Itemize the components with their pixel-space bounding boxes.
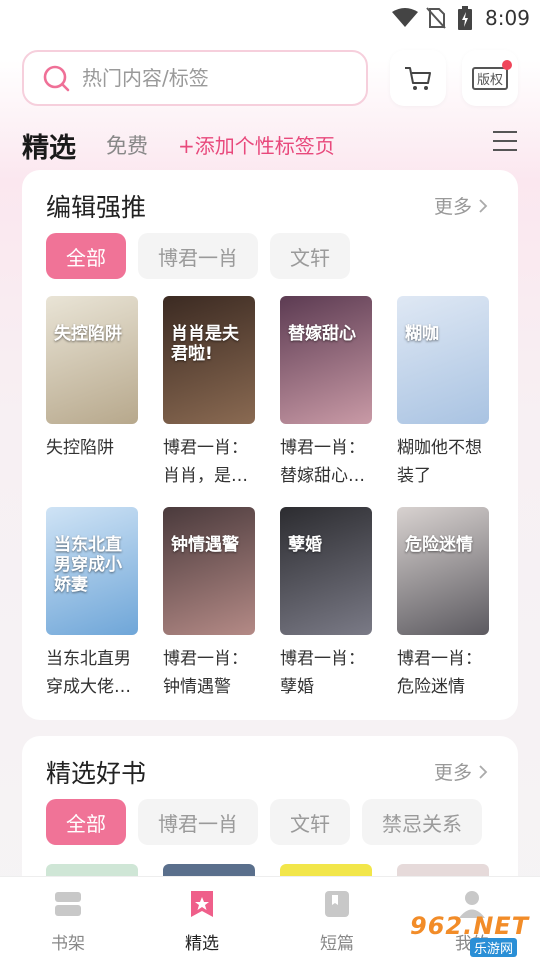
watermark-logo: 962.NET 乐游网 <box>400 912 538 957</box>
more-link[interactable]: 更多 <box>434 758 488 785</box>
watermark-site: 乐游网 <box>470 938 518 957</box>
book-item[interactable]: 失控陷阱 失控陷阱 <box>46 296 139 462</box>
editor-picks-section: 编辑强推 更多 全部 博君一肖 文轩 失控陷阱 失控陷阱 肖肖是夫君啦! 博君一肖：肖… <box>22 170 518 720</box>
chevron-right-icon <box>479 198 488 213</box>
more-label: 更多 <box>433 762 472 784</box>
book-cover[interactable]: 危险迷情 <box>397 507 489 635</box>
book-title-line: 危险迷情 <box>397 677 465 697</box>
more-label: 更多 <box>433 196 472 218</box>
cover-title-art: 肖肖是夫君啦! <box>171 324 239 364</box>
book-title-line: 博君一肖： <box>280 649 365 669</box>
nav-label: 书架 <box>51 934 85 954</box>
book-title-line: 穿成大佬… <box>46 677 131 697</box>
search-input[interactable] <box>82 66 342 90</box>
nav-featured[interactable]: 精选 <box>162 889 242 954</box>
more-link[interactable]: 更多 <box>434 192 488 219</box>
book-title: 博君一肖： 孽婚 <box>280 645 380 701</box>
book-item[interactable]: 肖肖是夫君啦! 博君一肖： 肖肖，是… <box>163 296 256 490</box>
book-cover[interactable]: 孽婚 <box>280 507 372 635</box>
chip-bjyx[interactable]: 博君一肖 <box>138 233 258 279</box>
book-title-line: 博君一肖： <box>163 438 248 458</box>
tab-featured[interactable]: 精选 <box>22 126 76 165</box>
book-cover[interactable]: 失控陷阱 <box>46 296 138 424</box>
nav-label: 短篇 <box>320 934 354 954</box>
book-title-line: 替嫁甜心… <box>280 466 365 486</box>
cover-title-art: 危险迷情 <box>405 535 473 555</box>
section-title: 编辑强推 <box>46 193 147 222</box>
book-title-line: 钟情遇警 <box>163 677 231 697</box>
book-title: 糊咖他不想 装了 <box>397 434 497 490</box>
book-item[interactable]: 替嫁甜心博君一肖： 替嫁甜心… <box>280 296 373 490</box>
book-cover[interactable]: 替嫁甜心 <box>280 296 372 424</box>
copyright-label: 版权 <box>471 66 508 90</box>
book-title: 博君一肖： 肖肖，是… <box>163 434 263 490</box>
watermark-brand: 962.NET <box>410 912 530 940</box>
featured-star-icon <box>191 891 213 917</box>
book-cover[interactable]: 钟情遇警 <box>163 507 255 635</box>
book-title-line: 博君一肖： <box>280 438 365 458</box>
book-item[interactable]: 当东北直男穿成小娇妻当东北直男穿成大佬… <box>46 507 139 701</box>
top-tabs: 精选 免费 +添加个性标签页 <box>22 124 518 164</box>
book-title-line: 博君一肖： <box>163 649 248 669</box>
nav-short-stories[interactable]: 短篇 <box>297 889 377 954</box>
shopping-cart-icon <box>405 67 431 90</box>
search-box[interactable] <box>22 50 368 106</box>
book-item[interactable]: 孽婚 博君一肖： 孽婚 <box>280 507 373 701</box>
book-title: 博君一肖： 危险迷情 <box>397 645 497 701</box>
book-cover[interactable]: 肖肖是夫君啦! <box>163 296 255 424</box>
book-title-line: 装了 <box>397 466 431 486</box>
book-title: 失控陷阱 <box>46 434 146 462</box>
chip-all[interactable]: 全部 <box>46 799 126 845</box>
book-title-line: 孽婚 <box>280 677 314 697</box>
section-title: 精选好书 <box>46 759 147 788</box>
book-icon <box>325 891 349 917</box>
nav-label: 精选 <box>185 934 219 954</box>
bookshelf-icon <box>55 892 81 916</box>
cover-title-art: 失控陷阱 <box>54 324 122 344</box>
no-sim-icon <box>426 7 446 29</box>
search-icon <box>43 65 70 92</box>
filter-chips: 全部 博君一肖 文轩 <box>46 233 350 279</box>
battery-charging-icon <box>458 6 472 30</box>
filter-chips: 全部 博君一肖 文轩 禁忌关系 <box>46 799 482 845</box>
book-title: 当东北直男穿成大佬… <box>46 645 146 701</box>
cover-title-art: 替嫁甜心 <box>288 324 356 344</box>
book-title-line: 失控陷阱 <box>46 438 114 458</box>
wifi-icon <box>392 8 418 27</box>
menu-icon[interactable] <box>492 130 518 152</box>
book-item[interactable]: 糊咖糊咖他不想装了 <box>397 296 490 490</box>
cover-title-art: 当东北直男穿成小娇妻 <box>54 535 122 595</box>
chevron-right-icon <box>479 764 488 779</box>
tab-free[interactable]: 免费 <box>106 130 148 160</box>
book-item[interactable]: 钟情遇警 博君一肖： 钟情遇警 <box>163 507 256 701</box>
book-title-line: 博君一肖： <box>397 649 482 669</box>
add-tag-page-link[interactable]: +添加个性标签页 <box>178 130 335 159</box>
notification-dot <box>502 60 512 70</box>
cover-title-art: 糊咖 <box>405 324 439 344</box>
chip-wenxuan[interactable]: 文轩 <box>270 799 350 845</box>
book-cover[interactable]: 当东北直男穿成小娇妻 <box>46 507 138 635</box>
nav-bookshelf[interactable]: 书架 <box>28 889 108 954</box>
cover-title-art: 钟情遇警 <box>171 535 239 555</box>
status-bar: 8:09 <box>0 0 540 40</box>
book-cover[interactable]: 糊咖 <box>397 296 489 424</box>
book-title-line: 当东北直男 <box>46 649 131 669</box>
chip-wenxuan[interactable]: 文轩 <box>270 233 350 279</box>
book-title-line: 肖肖，是… <box>163 466 248 486</box>
book-title: 博君一肖： 钟情遇警 <box>163 645 263 701</box>
book-title: 博君一肖： 替嫁甜心… <box>280 434 380 490</box>
copyright-button[interactable]: 版权 <box>462 50 518 106</box>
book-item[interactable]: 危险迷情 博君一肖： 危险迷情 <box>397 507 490 701</box>
clock: 8:09 <box>485 6 530 30</box>
cart-button[interactable] <box>390 50 446 106</box>
chip-bjyx[interactable]: 博君一肖 <box>138 799 258 845</box>
chip-all[interactable]: 全部 <box>46 233 126 279</box>
book-title-line: 糊咖他不想 <box>397 438 482 458</box>
cover-title-art: 孽婚 <box>288 535 322 555</box>
chip-taboo[interactable]: 禁忌关系 <box>362 799 482 845</box>
